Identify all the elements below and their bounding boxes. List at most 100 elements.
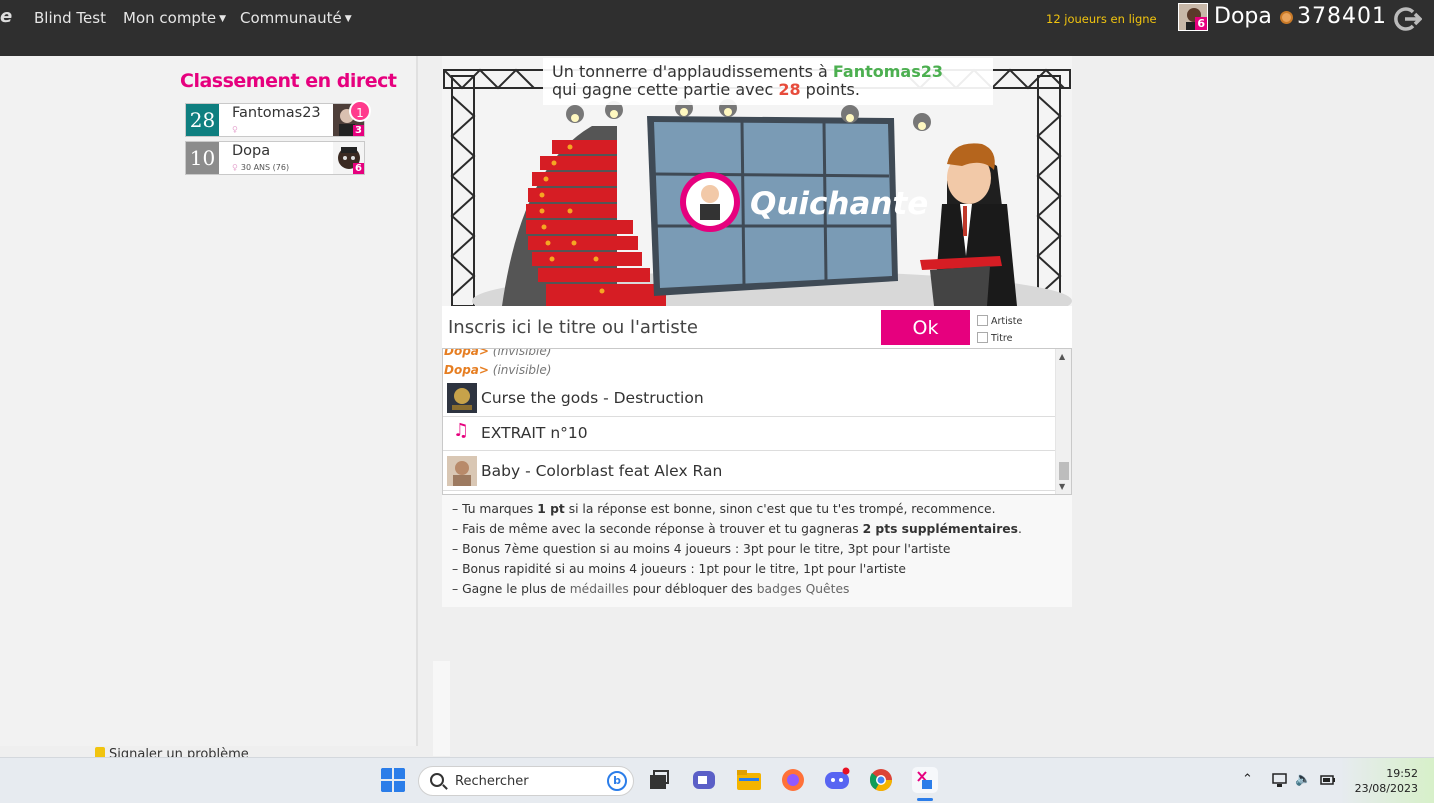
rule-item: Bonus 7ème question si au moins 4 joueur… [452,539,1072,559]
winner-name: Fantomas23 [832,62,943,81]
winner-banner: Un tonnerre d'applaudissements à Fantoma… [543,58,993,105]
rules-list: Tu marques 1 pt si la réponse est bonne,… [442,495,1072,607]
scroll-up-icon[interactable]: ▲ [1059,352,1065,361]
scroll-down-icon[interactable]: ▼ [1059,482,1065,491]
system-clock[interactable]: 19:52 23/08/2023 [1350,766,1418,796]
notification-badge[interactable]: 1 [349,100,371,122]
answer-input[interactable] [442,309,878,345]
album-cover [447,383,477,413]
player-name: Fantomas23 [232,105,321,121]
clock-time: 19:52 [1386,767,1418,780]
firefox-icon[interactable] [780,767,806,793]
ranking-title: Classement en direct [180,70,397,92]
log-row-text: Curse the gods - Destruction [481,389,704,407]
rule-item: Tu marques 1 pt si la réponse est bonne,… [452,499,1072,519]
rule-item: Fais de même avec la seconde réponse à t… [452,519,1072,539]
snipping-tool-icon[interactable] [912,767,938,793]
log-row-text: EXTRAIT n°10 [481,424,588,442]
taskbar-search[interactable]: Rechercher b [418,766,634,796]
stage-screen-title: Quichante [750,186,928,222]
title-checkbox-label: Titre [991,333,1013,344]
album-cover [447,456,477,486]
checkbox-box[interactable] [977,332,988,343]
player-info: ♀ [232,125,241,134]
clock-date: 23/08/2023 [1354,782,1418,795]
medals-link[interactable]: médailles [570,582,629,596]
active-app-indicator [917,798,933,801]
nav-mon-compte-label: Mon compte [123,9,217,27]
answer-bar: Ok Artiste Titre [442,306,1072,348]
rule-text: Fais de même avec la seconde réponse à t… [462,522,863,536]
nav-mon-compte[interactable]: Mon compte ▼ [123,9,226,27]
banner-text: points. [800,80,860,99]
log-row: Curse the gods - Destruction [443,380,1055,417]
title-checkbox[interactable]: Titre [977,332,1057,344]
artist-checkbox-label: Artiste [991,316,1023,327]
chat-message: Dopa> (invisible) [444,348,552,358]
rule-emphasis: 1 pt [537,502,565,516]
bing-icon[interactable]: b [607,771,627,791]
windows-start-icon[interactable] [380,767,406,793]
chat-author: Dopa> [444,348,489,358]
player-level-badge: 3 [353,125,364,136]
checkbox-box[interactable] [977,315,988,326]
rule-text: Gagne le plus de [462,582,570,596]
caret-down-icon: ▼ [219,14,226,24]
tray-overflow-icon[interactable]: ⌃ [1242,772,1253,787]
rule-text: pour débloquer des [628,582,757,596]
player-name: Dopa [232,143,271,159]
user-name[interactable]: Dopa [1214,4,1272,29]
user-level-badge: 6 [1195,17,1207,30]
nav-blind-test[interactable]: Blind Test [34,9,106,27]
banner-text: Un tonnerre d'applaudissements à [552,62,833,81]
winner-banner-line1: Un tonnerre d'applaudissements à Fantoma… [552,63,984,81]
taskbar: Rechercher b ⌃ 🔈 19:52 23/08/2023 [0,757,1434,803]
rule-text: . [1017,522,1022,536]
log-scrollbar[interactable]: ▲ ▼ [1055,349,1071,494]
ranking-player[interactable]: 28 Fantomas23 ♀ 3 [185,103,365,137]
volume-icon[interactable]: 🔈 [1295,772,1311,787]
rule-text: Tu marques [462,502,538,516]
gender-icon: ♀ [232,125,238,134]
logout-icon[interactable] [1392,6,1422,32]
network-icon[interactable] [1272,773,1287,788]
log-row-text: Baby - Colorblast feat Alex Ran [481,462,723,480]
top-nav: e Blind Test Mon compte ▼ Communauté ▼ 12 … [0,0,1434,56]
player-avatar: 6 [333,142,364,174]
player-info: ♀ 30 ANS (76) [232,163,289,172]
file-explorer-icon[interactable] [736,767,762,793]
nav-communaute-label: Communauté [240,9,342,27]
coin-icon [1280,11,1293,24]
badges-link[interactable]: badges Quêtes [757,582,850,596]
site-logo[interactable]: e [0,6,12,27]
online-players-count[interactable]: 12 joueurs en ligne [1046,12,1157,26]
rule-emphasis: 2 pts supplémentaires [862,522,1018,536]
banner-text: qui gagne cette partie avec [552,80,779,99]
discord-icon[interactable] [824,767,850,793]
player-score: 10 [186,142,219,174]
caret-down-icon: ▼ [344,14,352,24]
log-row: Baby - Colorblast feat Alex Ran [443,451,1055,491]
teams-icon[interactable] [691,767,717,793]
user-avatar[interactable]: 6 [1178,3,1208,31]
user-coins: 378401 [1297,4,1387,29]
ranking-player[interactable]: 10 Dopa ♀ 30 ANS (76) 6 [185,141,365,175]
ok-button[interactable]: Ok [881,310,970,345]
chat-text: (invisible) [492,348,552,358]
winner-points: 28 [778,80,801,99]
battery-icon[interactable] [1320,773,1336,787]
side-strip [433,661,450,756]
search-icon [430,773,444,787]
log-row: ♫ EXTRAIT n°10 [443,417,1055,451]
task-view-icon[interactable] [646,767,672,793]
nav-blind-test-label: Blind Test [34,9,106,27]
artist-checkbox[interactable]: Artiste [977,315,1057,327]
chrome-icon[interactable] [868,767,894,793]
gender-icon: ♀ [232,163,238,172]
game-log: Dopa> (invisible) Dopa> (invisible) Curs… [442,348,1072,495]
player-info-text: 30 ANS (76) [240,163,290,172]
scroll-thumb[interactable] [1059,462,1069,480]
nav-communaute[interactable]: Communauté ▼ [240,9,352,27]
chat-message: Dopa> (invisible) [444,363,551,377]
rule-item: Bonus rapidité si au moins 4 joueurs : 1… [452,559,1072,579]
